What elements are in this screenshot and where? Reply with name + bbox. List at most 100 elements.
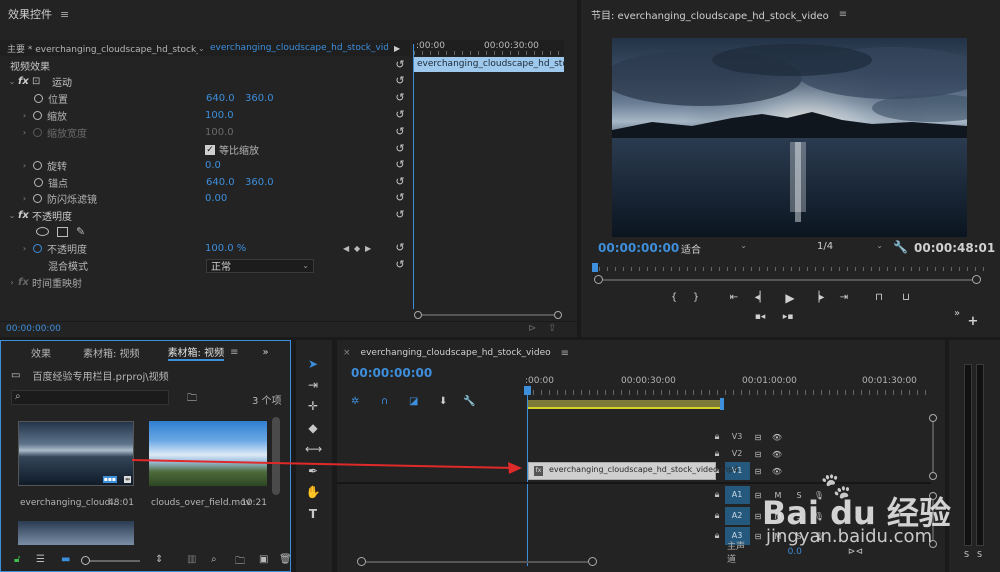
storyboard-icon[interactable]: ▥ — [187, 554, 196, 565]
reset-icon[interactable]: ↺ — [394, 259, 406, 271]
expand-icon[interactable]: ⌄ — [6, 77, 18, 86]
ripple-edit-tool-icon[interactable]: ✛ — [305, 398, 321, 414]
rotation-value[interactable]: 0.0 — [205, 160, 221, 171]
hscroll-track[interactable] — [366, 561, 588, 563]
wrench-icon[interactable]: 🔧 — [893, 240, 908, 254]
effect-playhead[interactable] — [413, 44, 414, 309]
zoom-handle-left[interactable] — [414, 311, 422, 319]
find-icon[interactable]: ⌕ — [211, 554, 217, 565]
slip-tool-icon[interactable]: ⟷ — [305, 441, 322, 457]
master-label[interactable]: 主要 * everchanging_cloudscape_hd_stock_v.… — [0, 42, 198, 55]
program-timecode[interactable]: 00:00:00:00 — [598, 241, 679, 255]
linked-selection-icon[interactable]: ◪ — [409, 396, 418, 407]
close-icon[interactable]: × — [343, 348, 351, 358]
icon-view-icon[interactable]: ▬ — [61, 554, 70, 565]
motion-transform-icon[interactable]: ⊡ — [32, 76, 48, 87]
param-position[interactable]: 位置 640.0 360.0 — [0, 90, 410, 107]
uniform-scale-checkbox[interactable]: ✓ — [205, 144, 215, 155]
panel-menu-icon[interactable]: ≡ — [839, 9, 847, 20]
anchor-x-value[interactable]: 640.0 — [206, 177, 245, 188]
reset-icon[interactable]: ↺ — [394, 209, 406, 221]
anchor-y-value[interactable]: 360.0 — [245, 177, 274, 188]
panels-expand-icon[interactable]: » — [263, 347, 269, 358]
expand-icon[interactable]: › — [16, 244, 33, 253]
scale-value[interactable]: 100.0 — [205, 110, 234, 121]
effect-motion-row[interactable]: ⌄ fx ⊡ 运动 — [0, 73, 410, 90]
add-marker-icon[interactable]: ⬇ — [439, 396, 447, 407]
hscroll-handle-left[interactable] — [357, 557, 366, 566]
insert-icon[interactable]: ▪◂ — [753, 312, 767, 322]
expand-icon[interactable]: › — [16, 161, 33, 170]
panel-menu-icon[interactable]: ≡ — [60, 8, 69, 21]
position-y-value[interactable]: 360.0 — [245, 93, 274, 104]
reset-icon[interactable]: ↺ — [394, 143, 406, 155]
play-only-icon[interactable]: ▶ — [394, 44, 400, 53]
hscroll-handle-right[interactable] — [588, 557, 597, 566]
timeline-ruler[interactable]: :00:00 00:00:30:00 00:01:00:00 00:01:30:… — [525, 374, 931, 400]
add-button-icon[interactable]: + — [966, 314, 980, 329]
program-title[interactable]: 节目: everchanging_cloudscape_hd_stock_vid… — [591, 7, 829, 22]
scrub-handle-right[interactable] — [972, 275, 981, 284]
zoom-slider-knob[interactable] — [81, 556, 90, 565]
reset-icon[interactable]: ↺ — [394, 192, 406, 204]
expand-icon[interactable]: › — [16, 194, 33, 203]
snap-icon[interactable]: ∩ — [381, 396, 388, 407]
param-opacity[interactable]: › 不透明度 100.0 % ◀ ◆ ▶ — [0, 240, 410, 257]
filter-icon[interactable]: ⊳ — [528, 323, 536, 334]
razor-tool-icon[interactable]: ◆ — [305, 420, 321, 436]
solo-right-button[interactable]: S — [977, 550, 982, 559]
tab-effects[interactable]: 效果 — [31, 345, 51, 360]
stopwatch-icon[interactable] — [33, 161, 42, 170]
scrub-handle-left[interactable] — [594, 275, 603, 284]
work-area-end[interactable] — [720, 398, 724, 410]
track-select-tool-icon[interactable]: ⇥ — [305, 377, 321, 393]
reset-icon[interactable]: ↺ — [394, 159, 406, 171]
tab-bin-1[interactable]: 素材箱: 视频 — [83, 345, 140, 360]
stopwatch-icon[interactable] — [33, 194, 42, 203]
effect-mini-ruler[interactable]: :00:00 00:00:30:00 — [412, 40, 564, 56]
go-to-out-icon[interactable]: ⇥ — [837, 292, 851, 303]
position-x-value[interactable]: 640.0 — [206, 93, 245, 104]
reset-icon[interactable]: ↺ — [394, 176, 406, 188]
reset-icon[interactable]: ↺ — [394, 109, 406, 121]
stopwatch-icon[interactable] — [34, 94, 43, 103]
ellipse-mask-icon[interactable] — [36, 227, 49, 236]
expand-icon[interactable]: › — [16, 111, 33, 120]
param-blend-mode[interactable]: 混合模式 正常 ⌄ — [0, 257, 410, 274]
mark-in-icon[interactable]: { — [667, 292, 681, 303]
expand-icon[interactable]: › — [6, 278, 18, 287]
work-area-bar[interactable] — [527, 400, 721, 409]
rectangle-mask-icon[interactable] — [57, 226, 68, 237]
thumbnail-cloudscape[interactable]: ▪▪▪ ⇹ — [18, 421, 134, 486]
opacity-value[interactable]: 100.0 % — [205, 243, 343, 254]
bin-scrollbar[interactable] — [272, 417, 280, 495]
zoom-track[interactable] — [422, 314, 554, 316]
new-bin-icon[interactable]: 🗀 — [187, 391, 197, 408]
blend-mode-select[interactable]: 正常 ⌄ — [206, 258, 314, 273]
tab-bin-2[interactable]: 素材箱: 视频 — [167, 344, 225, 361]
new-item-icon[interactable]: ▣ — [259, 554, 268, 565]
extract-icon[interactable]: ⊔ — [899, 292, 913, 303]
overwrite-icon[interactable]: ▸▪ — [781, 312, 795, 322]
lock-icon[interactable]: 🔓︎ — [14, 554, 20, 565]
new-bin-icon[interactable]: 🗀 — [235, 554, 245, 571]
program-ruler[interactable] — [592, 263, 984, 285]
keyframe-prev-icon[interactable]: ◀ — [343, 244, 354, 253]
export-icon[interactable]: ⇪ — [548, 323, 556, 334]
effect-time-remap-row[interactable]: › fx 时间重映射 — [0, 274, 410, 291]
resolution-select[interactable]: 1/4 ⌄ — [817, 241, 883, 252]
reset-icon[interactable]: ↺ — [394, 75, 406, 87]
nest-icon[interactable]: ✲ — [351, 396, 359, 407]
reset-icon[interactable]: ↺ — [394, 59, 406, 71]
effect-opacity-row[interactable]: ⌄ fx 不透明度 — [0, 207, 410, 224]
timeline-settings-icon[interactable]: 🔧 — [463, 396, 475, 407]
panel-menu-icon[interactable]: ≡ — [230, 347, 238, 358]
stopwatch-icon[interactable] — [34, 178, 43, 187]
effect-timecode[interactable]: 00:00:00:00 — [6, 324, 61, 334]
thumbnail-partial[interactable] — [18, 521, 134, 545]
zoom-slider[interactable] — [81, 556, 140, 565]
scroll-handle[interactable] — [929, 414, 937, 422]
sort-icon[interactable]: ⇕ — [155, 554, 163, 565]
effect-controls-title[interactable]: 效果控件 — [8, 6, 52, 22]
sequence-tab[interactable]: everchanging_cloudscape_hd_stock_video — [361, 348, 551, 358]
